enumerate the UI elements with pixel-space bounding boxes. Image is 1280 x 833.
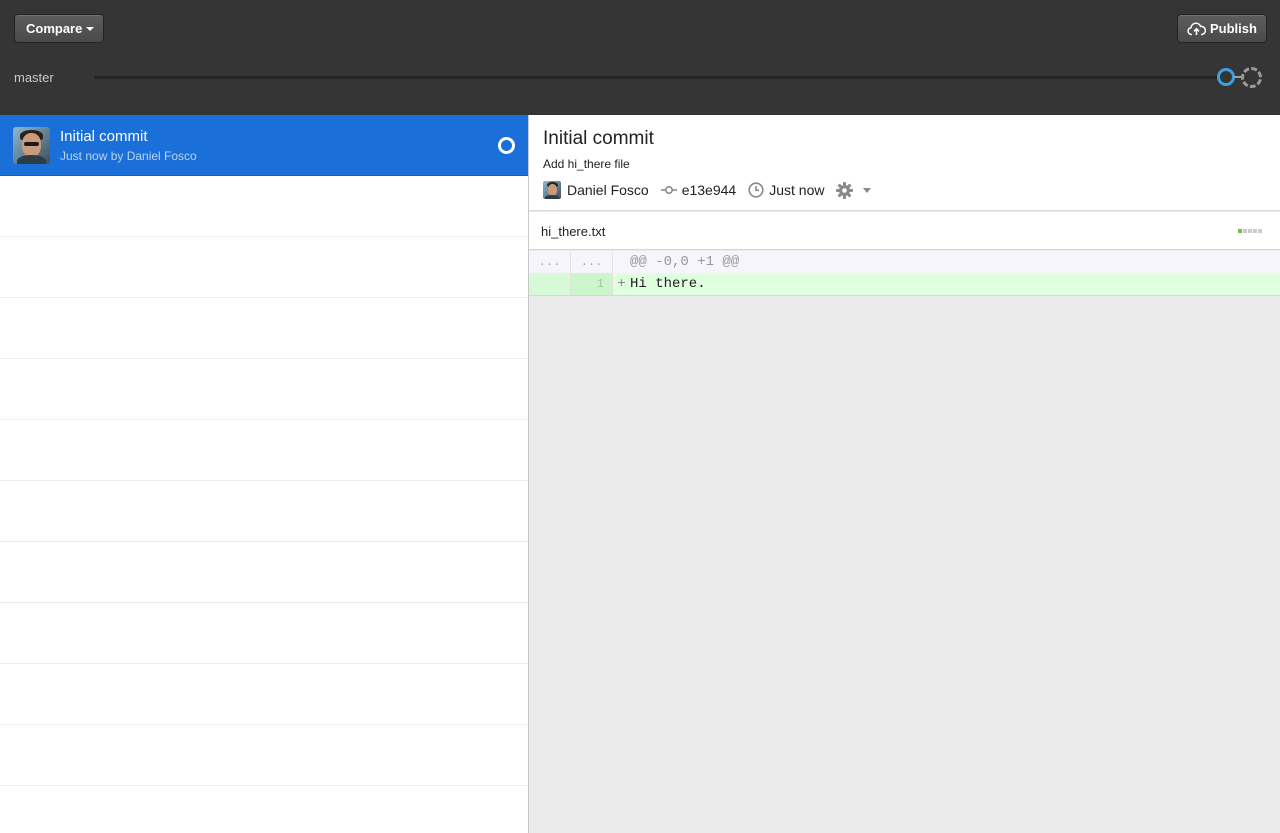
diff-marker <box>613 251 630 273</box>
file-header[interactable]: hi_there.txt <box>529 212 1280 250</box>
commit-icon <box>660 185 677 195</box>
commit-time: Just now <box>769 182 825 198</box>
commit-subtitle: Just now by Daniel Fosco <box>60 149 197 163</box>
gear-icon[interactable] <box>836 181 854 199</box>
branch-name[interactable]: master <box>14 70 54 85</box>
unpushed-commit-icon <box>498 137 515 154</box>
empty-list-row <box>0 237 528 298</box>
chevron-down-icon[interactable] <box>863 187 872 193</box>
empty-list-row <box>0 420 528 481</box>
commit-sha[interactable]: e13e944 <box>682 182 737 198</box>
commit-detail-title: Initial commit <box>543 128 654 149</box>
empty-list-row <box>0 603 528 664</box>
new-line-number: 1 <box>571 273 613 295</box>
diffstat <box>1238 229 1262 233</box>
author-name: Daniel Fosco <box>567 182 649 198</box>
empty-list-row <box>0 542 528 603</box>
empty-list-row <box>0 786 528 833</box>
avatar <box>13 127 50 164</box>
diffstat-block-neutral <box>1258 229 1262 233</box>
commit-description: Add hi_there file <box>543 157 630 171</box>
empty-list-row <box>0 481 528 542</box>
diff-code: Hi there. <box>630 276 706 292</box>
diff-line-added[interactable]: 1 + Hi there. <box>529 273 1280 295</box>
diffstat-block-neutral <box>1253 229 1257 233</box>
diff-marker: + <box>617 276 626 292</box>
empty-list-row <box>0 298 528 359</box>
empty-list-row <box>0 359 528 420</box>
commit-detail-header: Initial commit Add hi_there file Daniel … <box>529 115 1280 211</box>
publish-label: Publish <box>1210 21 1257 36</box>
publish-button[interactable]: Publish <box>1177 14 1267 43</box>
diff-hunk-header: ... ... @@ -0,0 +1 @@ <box>529 251 1280 273</box>
commit-detail-pane: Initial commit Add hi_there file Daniel … <box>529 115 1280 833</box>
empty-list-row <box>0 176 528 237</box>
empty-list-row <box>0 664 528 725</box>
diff-view: ... ... @@ -0,0 +1 @@ 1 + Hi there. <box>529 251 1280 296</box>
caret-down-icon <box>86 26 95 31</box>
toolbar: Compare Publish master <box>0 0 1280 115</box>
commit-row-selected[interactable]: Initial commit Just now by Daniel Fosco <box>0 115 528 176</box>
diffstat-block-neutral <box>1248 229 1252 233</box>
old-line-gutter: ... <box>529 251 571 273</box>
current-commit-node-icon[interactable] <box>1217 68 1235 86</box>
diffstat-block-added <box>1238 229 1242 233</box>
branch-timeline <box>94 76 1218 79</box>
compare-label: Compare <box>26 21 83 36</box>
diffstat-block-neutral <box>1243 229 1247 233</box>
compare-button[interactable]: Compare <box>14 14 104 43</box>
hunk-header-text: @@ -0,0 +1 @@ <box>630 254 740 270</box>
old-line-number <box>529 273 571 295</box>
unsynced-commit-node-icon[interactable] <box>1241 67 1262 88</box>
empty-list-row <box>0 725 528 786</box>
commit-meta: Daniel Fosco e13e944 Just now <box>543 181 872 199</box>
commit-title: Initial commit <box>60 128 148 145</box>
new-line-gutter: ... <box>571 251 613 273</box>
clock-icon <box>748 182 764 198</box>
file-name: hi_there.txt <box>541 224 606 239</box>
commit-list: Initial commit Just now by Daniel Fosco <box>0 115 528 833</box>
cloud-upload-icon <box>1187 22 1206 35</box>
author-avatar <box>543 181 561 199</box>
